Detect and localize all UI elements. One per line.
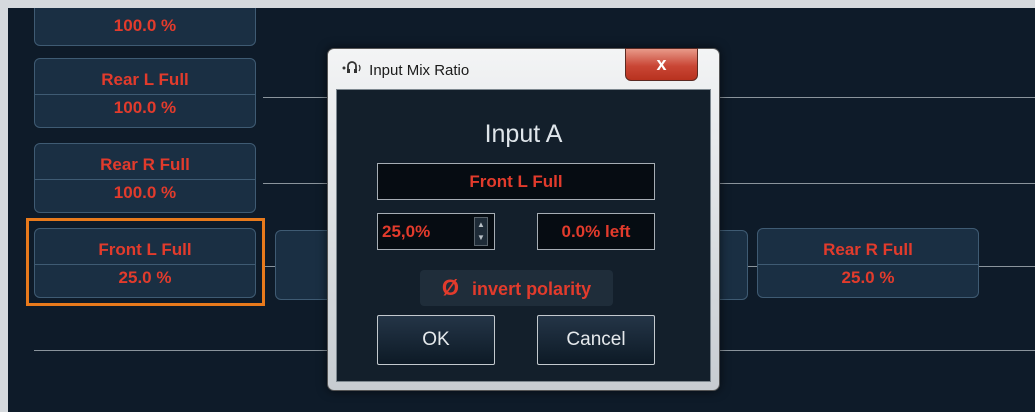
cancel-button[interactable]: Cancel (537, 315, 655, 365)
dialog-body: Input A Front L Full 25,0% ▲ ▼ 0.0% left… (336, 89, 711, 382)
input-heading: Input A (484, 120, 563, 148)
channel-name: Rear R Full (823, 240, 913, 259)
selection-highlight (26, 218, 265, 306)
channel-percent: 100.0 % (113, 183, 177, 202)
input-mix-ratio-dialog: Input Mix Ratio x Input A Front L Full 2… (327, 48, 720, 391)
channel-percent: 25.0 % (841, 268, 895, 287)
channel-box-top[interactable]: 100.0 % (34, 8, 256, 46)
ratio-spinbox[interactable]: 25,0% ▲ ▼ (377, 213, 495, 250)
divider (35, 94, 255, 95)
channel-box-rear-r[interactable]: Rear R Full 100.0 % (34, 143, 256, 213)
invert-polarity-toggle[interactable]: Ø invert polarity (420, 270, 613, 306)
close-button[interactable]: x (625, 48, 698, 81)
spin-up-icon[interactable]: ▲ (475, 218, 487, 231)
channel-name: Rear R Full (100, 155, 190, 174)
dialog-title-bar[interactable]: Input Mix Ratio (341, 58, 469, 82)
invert-polarity-label: invert polarity (472, 279, 592, 299)
channel-percent: 100.0 % (113, 98, 177, 117)
channel-percent: 100.0 % (113, 16, 177, 35)
ratio-value: 25,0% (382, 222, 431, 241)
channel-name: Rear L Full (101, 70, 189, 89)
divider (35, 179, 255, 180)
phase-invert-icon: Ø (441, 275, 460, 300)
ok-button[interactable]: OK (377, 315, 495, 365)
spin-arrows[interactable]: ▲ ▼ (474, 217, 488, 246)
divider (758, 264, 978, 265)
spin-down-icon[interactable]: ▼ (475, 231, 487, 244)
channel-box-rear-r-output[interactable]: Rear R Full 25.0 % (757, 228, 979, 298)
source-select[interactable]: Front L Full (377, 163, 655, 200)
dialog-title: Input Mix Ratio (369, 62, 470, 79)
headphone-speaker-icon (341, 58, 365, 82)
channel-box-rear-l[interactable]: Rear L Full 100.0 % (34, 58, 256, 128)
remaining-display: 0.0% left (537, 213, 655, 250)
